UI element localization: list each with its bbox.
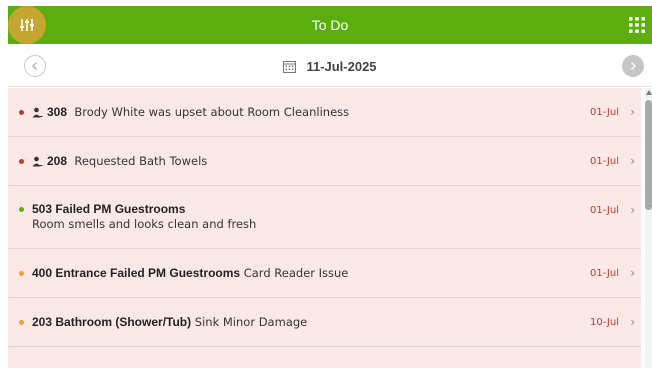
list-item[interactable]: 208 Requested Bath Towels 01-Jul › [8,137,641,186]
page-title: To Do [311,17,349,33]
item-title: 503 Failed PM Guestrooms [32,202,185,216]
room-number: 308 [47,105,68,119]
list-item[interactable]: 203 Bathroom (Shower/Tub) Sink Minor Dam… [8,298,641,347]
app-header: To Do [8,6,652,44]
item-date: 01-Jul [590,107,619,118]
chevron-right-icon: › [630,105,635,119]
item-text: 203 Bathroom (Shower/Tub) Sink Minor Dam… [32,315,307,329]
status-dot [19,110,24,115]
status-dot [19,271,24,276]
status-dot [19,159,24,164]
grid-icon [629,17,645,33]
date-navigator: 11-Jul-2025 [8,45,652,87]
current-date[interactable]: 11-Jul-2025 [8,45,652,87]
scroll-up-arrow-icon[interactable] [646,90,652,95]
date-label: 11-Jul-2025 [306,58,377,74]
item-text: 400 Entrance Failed PM Guestrooms Card R… [32,266,348,280]
chevron-right-icon: › [630,315,635,329]
scrollbar[interactable] [645,88,652,368]
menu-grid-button[interactable] [628,16,646,34]
item-description: Room smells and looks clean and fresh [32,217,257,231]
person-icon [32,107,43,118]
room-number: 203 Bathroom (Shower/Tub) [32,315,192,329]
item-date: 01-Jul [590,205,619,216]
status-dot [19,320,24,325]
chevron-right-icon [631,62,636,70]
person-icon [32,156,43,167]
item-text: 208 Requested Bath Towels [32,154,207,168]
item-date: 01-Jul [590,156,619,167]
next-date-button[interactable] [622,55,644,77]
list-item[interactable]: 503 Failed PM Guestrooms Room smells and… [8,186,641,249]
chevron-right-icon: › [630,266,635,280]
room-number: 208 [47,154,68,168]
item-description: Card Reader Issue [243,266,349,280]
todo-list: 308 Brody White was upset about Room Cle… [8,88,641,368]
item-description: Sink Minor Damage [194,315,308,329]
list-item[interactable]: 400 Entrance Failed PM Guestrooms Card R… [8,249,641,298]
room-number: 503 Failed PM Guestrooms [32,202,186,216]
item-date: 10-Jul [590,317,619,328]
item-description: Brody White was upset about Room Cleanli… [74,105,350,119]
room-number: 400 Entrance Failed PM Guestrooms [32,266,241,280]
item-description: Requested Bath Towels [74,154,208,168]
list-item[interactable]: 308 Brody White was upset about Room Cle… [8,88,641,137]
status-dot [19,207,24,212]
item-date: 01-Jul [590,268,619,279]
calendar-icon [283,60,297,73]
chevron-right-icon: › [630,154,635,168]
scrollbar-thumb[interactable] [645,100,652,210]
item-text: 308 Brody White was upset about Room Cle… [32,105,349,119]
chevron-right-icon: › [630,203,635,217]
